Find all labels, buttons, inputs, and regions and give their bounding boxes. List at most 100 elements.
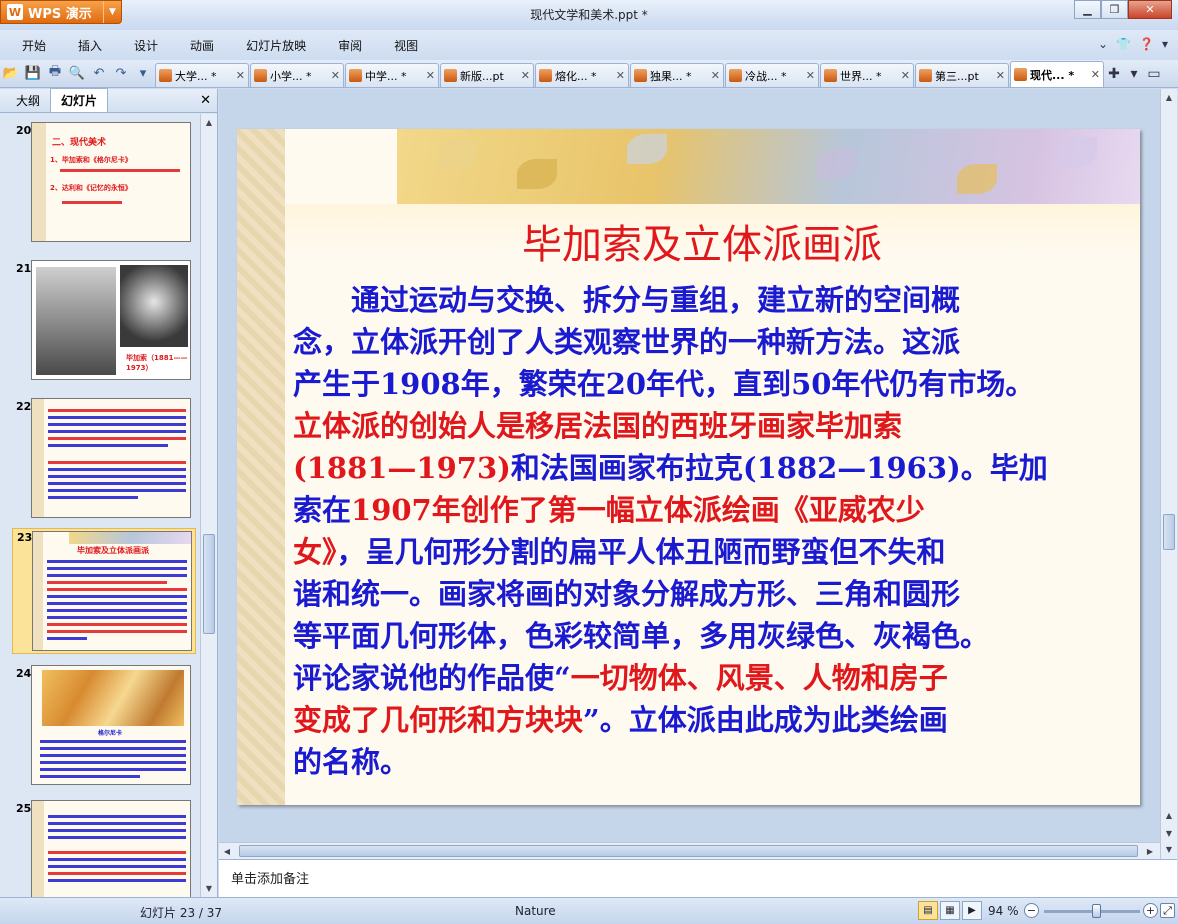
- close-tab-icon[interactable]: ✕: [806, 69, 815, 82]
- window-controls: ▁ ❐ ✕: [1074, 0, 1172, 19]
- title-bar: W WPS 演示 ▼ 现代文学和美术.ppt * ▁ ❐ ✕: [0, 0, 1178, 30]
- next-slide-icon[interactable]: ▼: [1163, 827, 1175, 839]
- close-tab-icon[interactable]: ✕: [1091, 68, 1100, 81]
- collapse-ribbon-icon[interactable]: ⌄: [1098, 37, 1108, 51]
- tab-outline[interactable]: 大纲: [6, 89, 50, 112]
- close-tab-icon[interactable]: ✕: [331, 69, 340, 82]
- body-line: 通过运动与交换、拆分与重组，建立新的空间概: [293, 279, 1133, 321]
- doc-tab[interactable]: 新版...pt ✕: [440, 63, 534, 87]
- slide-preview: 毕加索及立体派画派: [32, 531, 192, 651]
- print-preview-icon[interactable]: 🔍: [67, 62, 87, 84]
- chevron-down-icon[interactable]: ▾: [1162, 37, 1168, 51]
- close-tab-icon[interactable]: ✕: [426, 69, 435, 82]
- close-tab-icon[interactable]: ✕: [616, 69, 625, 82]
- zoom-out-icon[interactable]: −: [1024, 903, 1039, 918]
- doc-tab[interactable]: 冷战... * ✕: [725, 63, 819, 87]
- slide-thumbnail[interactable]: 22: [12, 398, 196, 522]
- open-folder-icon[interactable]: 📂: [1, 62, 21, 84]
- prev-slide-icon[interactable]: ▲: [1163, 809, 1175, 821]
- close-tab-icon[interactable]: ✕: [236, 69, 245, 82]
- doc-tab[interactable]: 独果... * ✕: [630, 63, 724, 87]
- scrollbar-thumb[interactable]: [239, 845, 1138, 857]
- slide-thumbnail[interactable]: 25: [12, 800, 196, 897]
- zoom-level[interactable]: 94 %: [988, 904, 1019, 918]
- body-text-run: 一切物体、风景、人物和房子: [570, 661, 948, 695]
- slide-title[interactable]: 毕加索及立体派画派: [357, 212, 1047, 270]
- notes-placeholder: 单击添加备注: [231, 872, 310, 887]
- body-text-run: 的名称。: [293, 745, 410, 779]
- minimize-button[interactable]: ▁: [1074, 0, 1101, 19]
- close-icon[interactable]: ✕: [200, 93, 211, 108]
- close-tab-icon[interactable]: ✕: [996, 69, 1005, 82]
- doc-tab-active[interactable]: 现代... * ✕: [1010, 61, 1104, 87]
- slide-thumbnail-selected[interactable]: 23 毕加索及立体派画派: [12, 528, 196, 654]
- theme-name[interactable]: Nature: [515, 904, 556, 918]
- print-icon[interactable]: 🖶: [45, 62, 65, 84]
- slide-number: 22: [16, 400, 32, 413]
- scroll-up-icon[interactable]: ▲: [203, 116, 215, 128]
- undo-icon[interactable]: ↶: [89, 62, 109, 84]
- skin-icon[interactable]: 👕: [1116, 37, 1131, 51]
- close-tab-icon[interactable]: ✕: [711, 69, 720, 82]
- thumb-text-line: [40, 768, 186, 771]
- body-text-run: 索在: [293, 493, 352, 527]
- notes-pane[interactable]: 单击添加备注: [219, 859, 1177, 897]
- restore-icon: ❐: [1109, 3, 1120, 16]
- scrollbar-thumb[interactable]: [1163, 514, 1175, 550]
- customize-toolbar-icon[interactable]: ▾: [133, 62, 153, 84]
- doc-tab[interactable]: 小学... * ✕: [250, 63, 344, 87]
- menu-bar: 开始 插入 设计 动画 幻灯片放映 审阅 视图 ⌄ 👕 ❓ ▾: [0, 30, 1178, 60]
- slide-canvas[interactable]: 毕加索及立体派画派 通过运动与交换、拆分与重组，建立新的空间概 念，立体派开创了人…: [237, 129, 1140, 805]
- editor-horizontal-scrollbar[interactable]: ◀ ▶: [219, 842, 1160, 859]
- slide-sorter-icon[interactable]: ▦: [940, 901, 960, 920]
- normal-view-icon[interactable]: ▤: [918, 901, 938, 920]
- menu-view[interactable]: 视图: [382, 37, 430, 54]
- close-button[interactable]: ✕: [1128, 0, 1172, 19]
- thumbnails-scrollbar[interactable]: ▲ ▼: [200, 114, 217, 897]
- close-tab-icon[interactable]: ✕: [521, 69, 530, 82]
- slideshow-icon[interactable]: ▶: [962, 901, 982, 920]
- thumb-text-line: [47, 616, 187, 619]
- slide-thumbnail[interactable]: 20 二、现代美术 1、毕加索和《格尔尼卡》 2、达利和《记忆的永恒》: [12, 122, 196, 246]
- scrollbar-thumb[interactable]: [203, 534, 215, 634]
- close-tab-icon[interactable]: ✕: [901, 69, 910, 82]
- save-icon[interactable]: 💾: [23, 62, 43, 84]
- zoom-slider-knob[interactable]: [1091, 904, 1101, 918]
- new-tab-icon[interactable]: ✚: [1104, 63, 1124, 85]
- window-mode-icon[interactable]: ▭: [1144, 63, 1164, 85]
- redo-icon[interactable]: ↷: [111, 62, 131, 84]
- scroll-up-icon[interactable]: ▲: [1163, 91, 1175, 103]
- slide-banner-image: [397, 129, 1140, 204]
- tab-slides[interactable]: 幻灯片: [50, 88, 109, 112]
- doc-tab[interactable]: 大学... * ✕: [155, 63, 249, 87]
- menu-animation[interactable]: 动画: [178, 37, 226, 54]
- doc-tab[interactable]: 世界... * ✕: [820, 63, 914, 87]
- slide-thumbnail[interactable]: 21 毕加索（1881——1973）: [12, 260, 196, 384]
- thumb-text-line: [48, 437, 186, 440]
- scroll-down-icon[interactable]: ▼: [203, 882, 215, 894]
- slide-body-text[interactable]: 通过运动与交换、拆分与重组，建立新的空间概 念，立体派开创了人类观察世界的一种新方…: [293, 279, 1133, 783]
- help-icon[interactable]: ❓: [1139, 37, 1154, 51]
- editor-vertical-scrollbar[interactable]: ▲ ▲ ▼ ▼: [1160, 89, 1177, 859]
- body-line: (1881—1973)和法国画家布拉克(1882—1963)。毕加: [293, 447, 1133, 489]
- thumb-text-line: [48, 879, 186, 882]
- ppt-file-icon: [159, 69, 172, 82]
- fit-to-window-icon[interactable]: ⤢: [1160, 903, 1175, 918]
- tab-list-icon[interactable]: ▾: [1124, 63, 1144, 85]
- menu-slideshow[interactable]: 幻灯片放映: [234, 37, 318, 54]
- doc-tab[interactable]: 中学... * ✕: [345, 63, 439, 87]
- scroll-left-icon[interactable]: ◀: [221, 845, 233, 857]
- zoom-in-icon[interactable]: +: [1143, 903, 1158, 918]
- menu-insert[interactable]: 插入: [66, 37, 114, 54]
- scroll-down-icon[interactable]: ▼: [1163, 843, 1175, 855]
- maximize-button[interactable]: ❐: [1101, 0, 1128, 19]
- doc-tab[interactable]: 第三...pt ✕: [915, 63, 1009, 87]
- thumb-text-line: [47, 602, 187, 605]
- menu-home[interactable]: 开始: [10, 37, 58, 54]
- minimize-icon: ▁: [1083, 3, 1092, 16]
- slide-thumbnail[interactable]: 24 格尔尼卡: [12, 665, 196, 789]
- menu-review[interactable]: 审阅: [326, 37, 374, 54]
- doc-tab[interactable]: 熔化... * ✕: [535, 63, 629, 87]
- scroll-right-icon[interactable]: ▶: [1144, 845, 1156, 857]
- menu-design[interactable]: 设计: [122, 37, 170, 54]
